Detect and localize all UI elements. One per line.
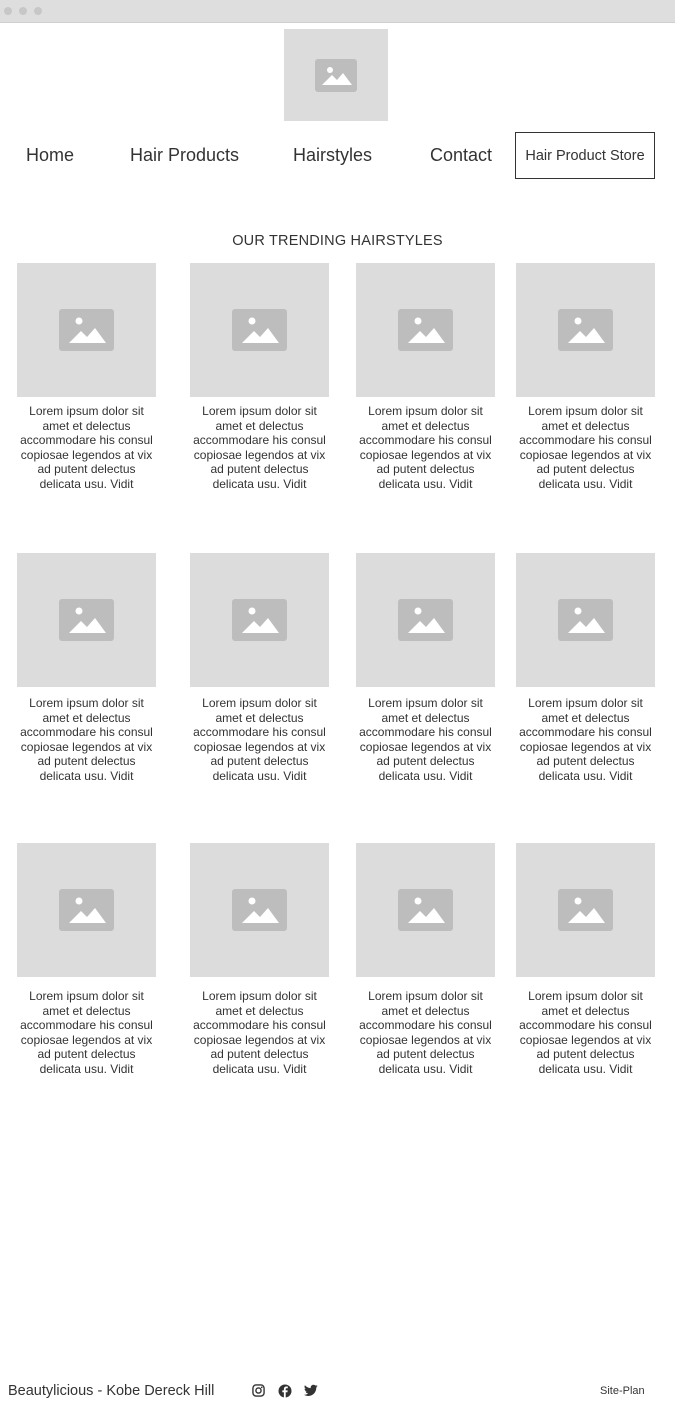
- image-placeholder-icon: [232, 599, 287, 641]
- nav-link-contact[interactable]: Contact: [430, 145, 492, 166]
- card-description: Lorem ipsum dolor sit amet et delectus a…: [359, 696, 492, 783]
- card-image[interactable]: [516, 553, 655, 687]
- window-minimize-dot[interactable]: [19, 7, 27, 15]
- image-placeholder-icon: [59, 309, 114, 351]
- image-placeholder-icon: [232, 309, 287, 351]
- nav-link-hairstyles[interactable]: Hairstyles: [293, 145, 372, 166]
- card-description: Lorem ipsum dolor sit amet et delectus a…: [20, 404, 153, 491]
- logo-image-placeholder[interactable]: [284, 29, 388, 121]
- window-close-dot[interactable]: [4, 7, 12, 15]
- card-image[interactable]: [356, 843, 495, 977]
- site-plan-link[interactable]: Site-Plan: [600, 1385, 645, 1397]
- image-placeholder-icon: [59, 889, 114, 931]
- card-image[interactable]: [356, 553, 495, 687]
- card-description: Lorem ipsum dolor sit amet et delectus a…: [519, 989, 652, 1076]
- image-placeholder-icon: [558, 889, 613, 931]
- card-image[interactable]: [516, 263, 655, 397]
- image-placeholder-icon: [398, 309, 453, 351]
- card-description: Lorem ipsum dolor sit amet et delectus a…: [20, 696, 153, 783]
- instagram-icon[interactable]: [252, 1384, 266, 1398]
- facebook-icon[interactable]: [278, 1384, 292, 1398]
- card-description: Lorem ipsum dolor sit amet et delectus a…: [20, 989, 153, 1076]
- twitter-icon[interactable]: [303, 1384, 318, 1398]
- image-placeholder-icon: [558, 309, 613, 351]
- card-image[interactable]: [190, 553, 329, 687]
- image-placeholder-icon: [59, 599, 114, 641]
- card-image[interactable]: [190, 843, 329, 977]
- card-description: Lorem ipsum dolor sit amet et delectus a…: [193, 404, 326, 491]
- image-placeholder-icon: [232, 889, 287, 931]
- card-image[interactable]: [356, 263, 495, 397]
- card-image[interactable]: [516, 843, 655, 977]
- image-placeholder-icon: [315, 58, 357, 92]
- card-image[interactable]: [17, 553, 156, 687]
- nav-link-hair-products[interactable]: Hair Products: [130, 145, 239, 166]
- window-titlebar: [0, 0, 675, 23]
- card-description: Lorem ipsum dolor sit amet et delectus a…: [519, 696, 652, 783]
- card-image[interactable]: [190, 263, 329, 397]
- card-description: Lorem ipsum dolor sit amet et delectus a…: [359, 989, 492, 1076]
- window-maximize-dot[interactable]: [34, 7, 42, 15]
- image-placeholder-icon: [558, 599, 613, 641]
- hair-product-store-button[interactable]: Hair Product Store: [515, 132, 655, 179]
- card-description: Lorem ipsum dolor sit amet et delectus a…: [193, 989, 326, 1076]
- footer-brand: Beautylicious - Kobe Dereck Hill: [8, 1383, 215, 1399]
- card-description: Lorem ipsum dolor sit amet et delectus a…: [193, 696, 326, 783]
- card-description: Lorem ipsum dolor sit amet et delectus a…: [359, 404, 492, 491]
- card-image[interactable]: [17, 843, 156, 977]
- nav-link-home[interactable]: Home: [26, 145, 74, 166]
- card-description: Lorem ipsum dolor sit amet et delectus a…: [519, 404, 652, 491]
- section-title: OUR TRENDING HAIRSTYLES: [232, 233, 443, 249]
- card-image[interactable]: [17, 263, 156, 397]
- image-placeholder-icon: [398, 889, 453, 931]
- image-placeholder-icon: [398, 599, 453, 641]
